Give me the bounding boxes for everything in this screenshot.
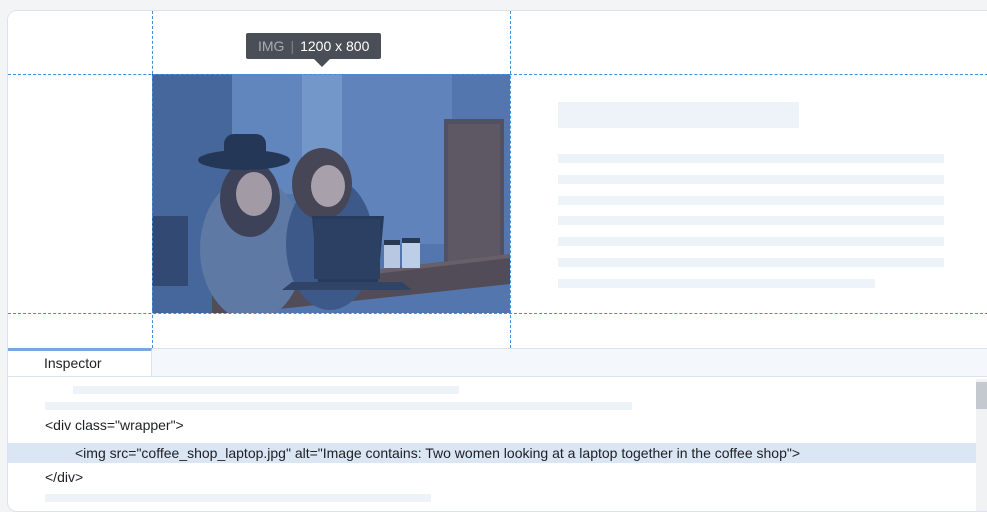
page-canvas: IMG | 1200 x 800 xyxy=(8,11,987,348)
placeholder-code-line xyxy=(45,494,431,502)
placeholder-text-line xyxy=(558,237,944,246)
tooltip-arrow xyxy=(314,59,330,67)
tooltip-separator: | xyxy=(290,38,295,54)
placeholder-text-line xyxy=(558,154,944,163)
placeholder-code-line xyxy=(73,386,459,394)
tooltip-dimensions: 1200 x 800 xyxy=(300,38,370,54)
placeholder-text-line xyxy=(558,258,944,267)
guide-line-top xyxy=(8,74,987,75)
selected-image[interactable] xyxy=(152,74,510,313)
inspector-panel: Inspector <div class="wrapper"> <img src… xyxy=(8,348,987,511)
placeholder-text-line xyxy=(558,279,875,288)
code-line-img-selected[interactable]: <img src="coffee_shop_laptop.jpg" alt="I… xyxy=(8,443,976,463)
selection-overlay xyxy=(152,74,510,313)
image-size-tooltip: IMG | 1200 x 800 xyxy=(246,33,382,59)
guide-line-left xyxy=(152,11,153,348)
guide-line-right xyxy=(510,11,511,348)
code-text: <img src="coffee_shop_laptop.jpg" alt="I… xyxy=(75,445,801,461)
scrollbar-thumb[interactable] xyxy=(976,382,987,409)
placeholder-code-line xyxy=(45,402,632,410)
placeholder-text-line xyxy=(558,216,944,225)
guide-line-bottom xyxy=(8,313,987,314)
placeholder-text-line xyxy=(558,196,944,205)
tab-inspector[interactable]: Inspector xyxy=(8,348,152,376)
inspector-scrollbar[interactable] xyxy=(976,379,987,511)
placeholder-heading xyxy=(558,102,799,128)
placeholder-text-line xyxy=(558,175,944,184)
tooltip-tag: IMG xyxy=(258,38,285,54)
inspector-tab-bar: Inspector xyxy=(8,348,987,377)
code-line-div-close[interactable]: </div> xyxy=(8,467,976,487)
editor-window: IMG | 1200 x 800 Inspector <div class="wra… xyxy=(7,10,987,512)
code-text: </div> xyxy=(45,469,84,485)
code-line-div-open[interactable]: <div class="wrapper"> xyxy=(8,415,976,435)
code-text: <div class="wrapper"> xyxy=(45,417,184,433)
